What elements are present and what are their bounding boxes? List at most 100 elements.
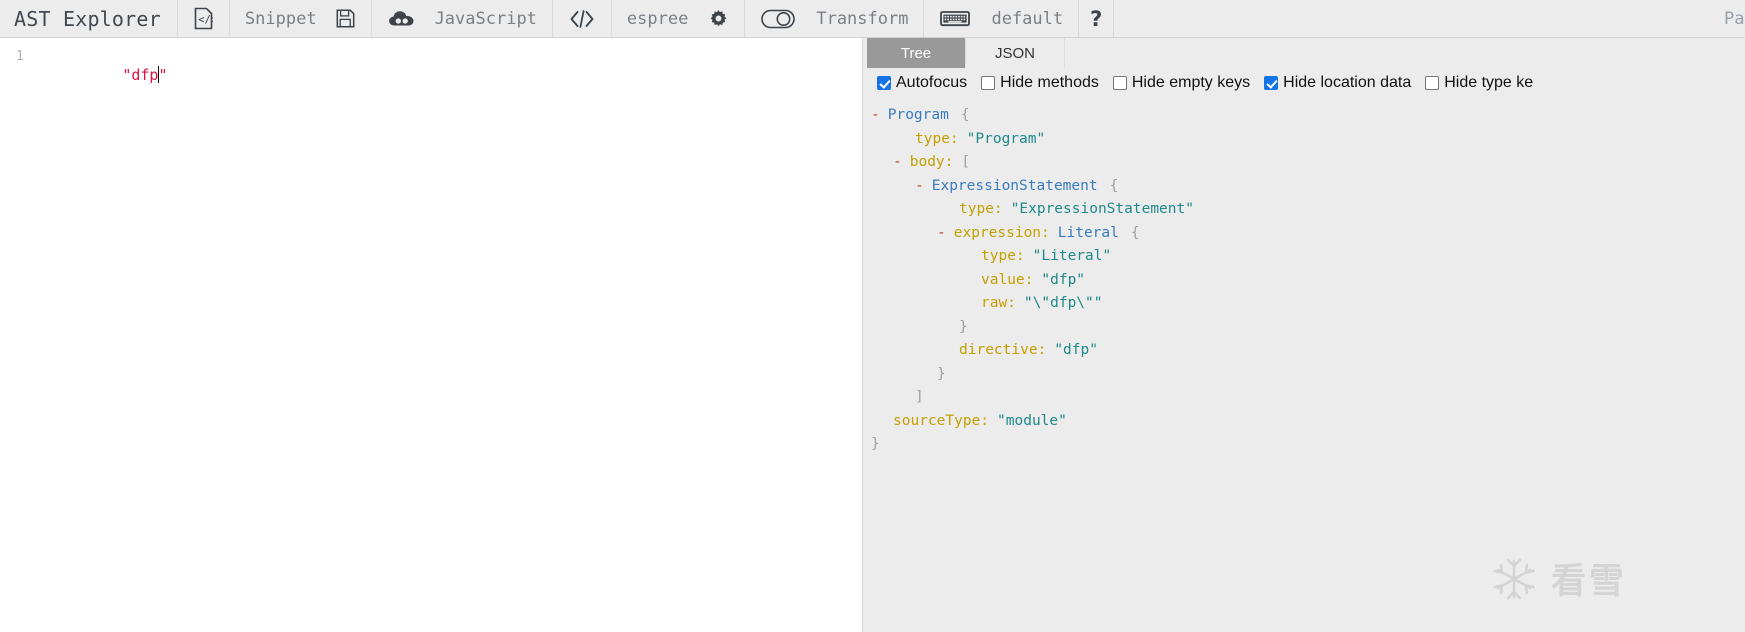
tree-value: "Program" bbox=[966, 130, 1046, 147]
code-line-1[interactable]: 1 "dfp" bbox=[0, 38, 862, 104]
tab-label: JSON bbox=[994, 44, 1035, 62]
app-brand[interactable]: AST Explorer bbox=[0, 0, 178, 37]
tree-punctuation: } bbox=[871, 436, 880, 452]
tree-node-name: Literal bbox=[1057, 224, 1119, 241]
tree-row[interactable]: type: "Program" bbox=[863, 128, 1745, 152]
tree-punctuation: { bbox=[960, 107, 970, 123]
string-open-quote: " bbox=[122, 66, 132, 84]
parser-menu[interactable]: espree bbox=[612, 0, 746, 37]
code-brackets-icon[interactable] bbox=[564, 9, 600, 29]
code-content[interactable]: "dfp" bbox=[32, 47, 167, 104]
transform-label: Transform bbox=[816, 8, 909, 29]
save-icon[interactable] bbox=[331, 9, 360, 28]
ast-explorer-app: AST Explorer </> Snippet bbox=[0, 0, 1745, 632]
parser-icon-group[interactable] bbox=[553, 0, 612, 37]
tree-node-name: ExpressionStatement bbox=[931, 177, 1098, 194]
string-value: dfp bbox=[131, 66, 159, 84]
tree-row[interactable]: type: "ExpressionStatement" bbox=[863, 198, 1745, 222]
tree-key: expression: bbox=[953, 224, 1050, 241]
tree-options-bar: Autofocus Hide methods Hide empty keys Hide… bbox=[863, 68, 1745, 98]
output-tabs: Tree JSON bbox=[863, 38, 1745, 68]
tree-row[interactable]: value: "dfp" bbox=[863, 269, 1745, 293]
checkbox[interactable] bbox=[981, 76, 996, 90]
help-button[interactable]: ? bbox=[1079, 0, 1115, 37]
top-toolbar: AST Explorer </> Snippet bbox=[0, 0, 1745, 38]
tree-row[interactable]: - Program { bbox=[863, 104, 1745, 128]
tree-punctuation: { bbox=[1109, 177, 1119, 194]
option-hide-empty-keys[interactable]: Hide empty keys bbox=[1112, 74, 1251, 92]
language-menu[interactable]: JavaScript bbox=[372, 0, 553, 37]
gear-icon[interactable] bbox=[704, 9, 733, 28]
option-label: Hide type ke bbox=[1444, 74, 1534, 91]
snippet-file-icon-group[interactable]: </> bbox=[178, 0, 230, 37]
snippet-menu[interactable]: Snippet bbox=[230, 0, 372, 37]
toggle-switch-icon[interactable] bbox=[756, 9, 800, 29]
option-hide-type-ke[interactable]: Hide type ke bbox=[1425, 74, 1533, 92]
tree-punctuation: [ bbox=[961, 154, 971, 170]
tree-row[interactable]: sourceType: "module" bbox=[863, 410, 1745, 434]
tree-row[interactable]: } bbox=[863, 316, 1745, 340]
tree-key: value: bbox=[981, 271, 1034, 288]
tree-row[interactable]: raw: "\"dfp\"" bbox=[863, 292, 1745, 316]
language-label: JavaScript bbox=[434, 8, 537, 29]
tree-punctuation: { bbox=[1130, 224, 1140, 241]
help-label: ? bbox=[1090, 6, 1103, 31]
tree-value: "\"dfp\"" bbox=[1023, 295, 1103, 311]
option-hide-methods[interactable]: Hide methods bbox=[981, 74, 1099, 92]
tree-value: "Literal" bbox=[1032, 248, 1112, 264]
tree-toggle-icon[interactable]: - bbox=[893, 154, 902, 170]
tree-key: sourceType: bbox=[893, 412, 990, 429]
ast-output-pane: Tree JSON Autofocus Hide methods Hide empty… bbox=[863, 38, 1745, 632]
string-close-quote: " bbox=[158, 66, 168, 84]
checkbox[interactable] bbox=[877, 76, 891, 90]
tree-node-name: Program bbox=[887, 107, 949, 123]
tree-value: "dfp" bbox=[1041, 271, 1086, 288]
option-label: Autofocus bbox=[896, 74, 968, 91]
checkbox[interactable] bbox=[1264, 76, 1279, 90]
tree-row[interactable]: ] bbox=[863, 386, 1745, 410]
transform-menu[interactable]: Transform bbox=[745, 0, 925, 37]
tab-tree[interactable]: Tree bbox=[867, 38, 966, 68]
tree-row[interactable]: - ExpressionStatement { bbox=[863, 175, 1745, 199]
option-hide-location-data[interactable]: Hide location data bbox=[1264, 74, 1411, 92]
cloud-icon[interactable] bbox=[383, 9, 421, 28]
tree-key: raw: bbox=[981, 295, 1016, 311]
tree-punctuation: ] bbox=[915, 389, 924, 405]
tree-key: type: bbox=[981, 248, 1025, 264]
app-title: AST Explorer bbox=[14, 6, 161, 31]
code-editor-pane[interactable]: 1 "dfp" bbox=[0, 38, 863, 632]
checkbox[interactable] bbox=[1112, 76, 1127, 90]
line-number: 1 bbox=[15, 48, 24, 64]
main-body: 1 "dfp" Tree JSON Autofocus Hide methods Hi… bbox=[0, 38, 1745, 632]
tree-key: type: bbox=[959, 201, 1003, 217]
tree-toggle-icon[interactable]: - bbox=[915, 178, 924, 194]
tab-json[interactable]: JSON bbox=[966, 38, 1065, 68]
tree-key: directive: bbox=[959, 342, 1047, 358]
tree-value: "dfp" bbox=[1054, 342, 1098, 358]
option-autofocus[interactable]: Autofocus bbox=[877, 74, 967, 92]
tree-toggle-icon[interactable]: - bbox=[937, 225, 946, 241]
tree-row[interactable]: type: "Literal" bbox=[863, 245, 1745, 269]
ast-tree[interactable]: - Program{type: "Program" - body:[- Expressio… bbox=[863, 98, 1745, 632]
checkbox[interactable] bbox=[1425, 76, 1440, 90]
code-file-icon[interactable]: </> bbox=[189, 7, 218, 30]
tree-punctuation: } bbox=[937, 365, 946, 382]
tree-key: type: bbox=[915, 130, 959, 147]
tree-toggle-icon[interactable]: - bbox=[871, 107, 880, 123]
tree-row[interactable]: directive: "dfp" bbox=[863, 339, 1745, 363]
tree-row[interactable]: - body: [ bbox=[863, 151, 1745, 175]
keymap-label: default bbox=[991, 8, 1064, 29]
option-label: Hide methods bbox=[1000, 74, 1099, 91]
snippet-label: Snippet bbox=[244, 8, 317, 29]
keyboard-icon[interactable] bbox=[935, 9, 975, 28]
tree-row[interactable]: } bbox=[863, 363, 1745, 387]
option-label: Hide location data bbox=[1283, 74, 1412, 91]
tree-row[interactable]: } bbox=[863, 433, 1745, 457]
tree-value: "ExpressionStatement" bbox=[1010, 201, 1194, 217]
parser-settings-label[interactable]: Pars bbox=[1724, 9, 1745, 29]
option-label: Hide empty keys bbox=[1131, 74, 1251, 91]
tree-punctuation: } bbox=[959, 318, 968, 335]
tree-row[interactable]: - expression: Literal { bbox=[863, 222, 1745, 246]
keymap-menu[interactable]: default bbox=[924, 0, 1080, 37]
tree-value: "module" bbox=[997, 412, 1067, 429]
